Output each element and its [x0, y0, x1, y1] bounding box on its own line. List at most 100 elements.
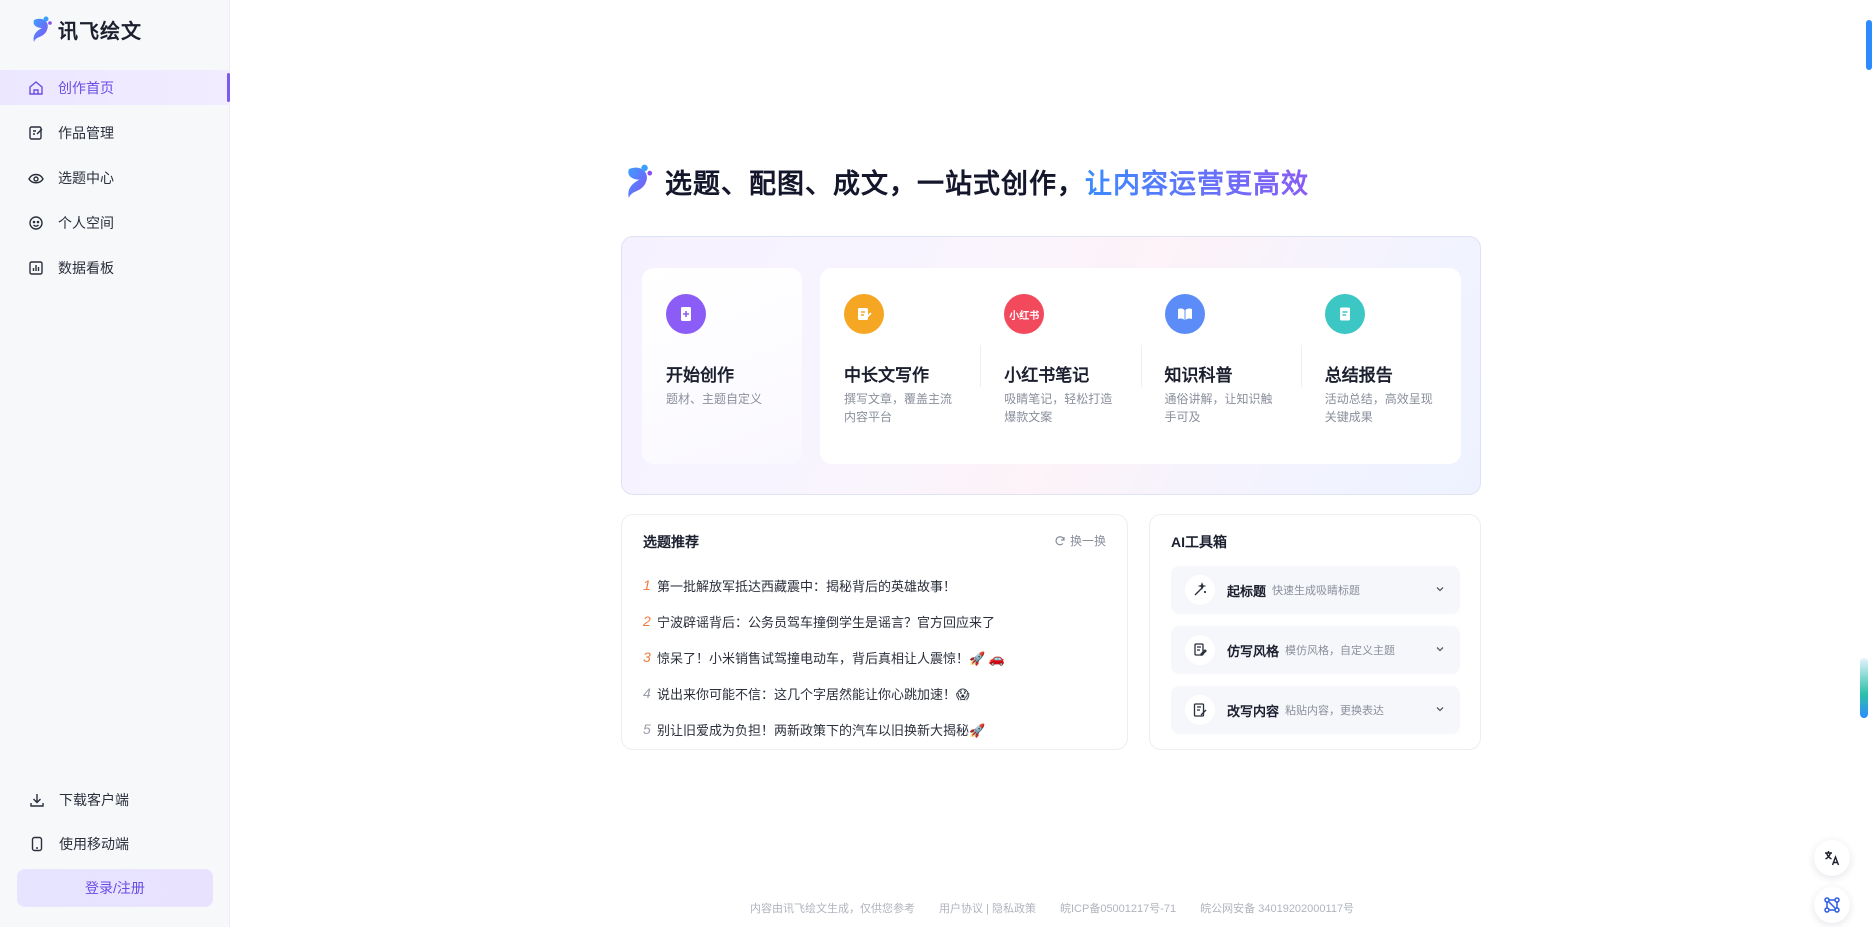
- download-icon: [30, 794, 44, 807]
- footer-policy-links[interactable]: 用户协议 | 隐私政策: [939, 900, 1036, 916]
- sidebar-item-home[interactable]: 创作首页: [0, 70, 230, 105]
- refresh-topics-button[interactable]: 换一换: [1054, 532, 1106, 549]
- card-xiaohongshu[interactable]: 小红书 小红书笔记 吸睛笔记，轻松打造爆款文案: [980, 268, 1140, 464]
- topic-number: 1: [643, 577, 651, 593]
- translate-button[interactable]: [1814, 840, 1850, 876]
- tool-desc: 快速生成吸睛标题: [1272, 585, 1361, 597]
- footer-icp[interactable]: 皖ICP备05001217号-71: [1060, 900, 1176, 916]
- sidebar-item-label: 选题中心: [58, 169, 114, 186]
- card-title: 中长文写作: [844, 366, 929, 385]
- sidebar-item-label: 数据看板: [58, 259, 114, 276]
- card-title: 小红书笔记: [1004, 366, 1090, 385]
- card-desc: 吸睛笔记，轻松打造爆款文案: [1004, 392, 1113, 424]
- card-summary-report[interactable]: 总结报告 活动总结，高效呈现关键成果: [1300, 268, 1461, 464]
- chevron-down-icon: [1434, 643, 1446, 655]
- tool-name: 改写内容: [1227, 703, 1280, 719]
- topic-text: 别让旧爱成为负担！两新政策下的汽车以旧换新大揭秘🚀: [657, 722, 986, 738]
- topic-text: 惊呆了！小米销售试驾撞电动车，背后真相让人震惊！🚀 🚗: [657, 650, 1005, 666]
- sidebar-item-works[interactable]: 作品管理: [0, 115, 230, 150]
- magic-wand-icon: [1185, 575, 1215, 605]
- brand-logo[interactable]: 讯飞绘文: [28, 14, 142, 44]
- refresh-label: 换一换: [1069, 534, 1106, 548]
- feather-logo-icon: [33, 16, 52, 42]
- footer-disclaimer: 内容由讯飞绘文生成，仅供您参考: [750, 903, 915, 915]
- card-desc: 活动总结，高效呈现关键成果: [1324, 392, 1433, 424]
- network-assistant-button[interactable]: [1814, 887, 1850, 923]
- card-desc: 撰写文章，覆盖主流内容平台: [844, 392, 953, 424]
- card-title: 总结报告: [1324, 366, 1393, 385]
- topic-number: 2: [643, 613, 651, 629]
- list-item[interactable]: 2 宁波辟谣背后：公务员驾车撞倒学生是谣言？官方回应来了: [643, 603, 1113, 639]
- refresh-icon: [1055, 535, 1065, 545]
- copy-style-icon: [1185, 635, 1215, 665]
- topic-text: 说出来你可能不信：这几个字居然能让你心跳加速！😱: [657, 686, 970, 702]
- sidebar-item-label: 创作首页: [58, 79, 114, 96]
- card-knowledge[interactable]: 知识科普 通俗讲解，让知识触手可及: [1140, 268, 1301, 464]
- topic-number: 4: [643, 685, 651, 701]
- list-item[interactable]: 5 别让旧爱成为负担！两新政策下的汽车以旧换新大揭秘🚀: [643, 711, 1113, 747]
- mobile-icon: [31, 836, 43, 852]
- sidebar-item-personal[interactable]: 个人空间: [0, 205, 230, 240]
- topic-number: 3: [643, 649, 651, 665]
- network-icon: [1824, 897, 1840, 913]
- tool-desc: 粘贴内容，更换表达: [1285, 705, 1385, 717]
- tool-generate-title[interactable]: 起标题 快速生成吸睛标题: [1171, 566, 1460, 614]
- eye-icon: [28, 170, 44, 186]
- page-title: 选题、配图、成文，一站式创作，让内容运营更高效: [665, 162, 1309, 201]
- tool-rewrite-content[interactable]: 改写内容 粘贴内容，更换表达: [1171, 686, 1460, 734]
- list-item[interactable]: 4 说出来你可能不信：这几个字居然能让你心跳加速！😱: [643, 675, 1113, 711]
- translate-icon: [1825, 851, 1840, 866]
- toolbox-title: AI工具箱: [1171, 534, 1227, 550]
- sidebar-item-dashboard[interactable]: 数据看板: [0, 250, 230, 285]
- xiaohongshu-icon: 小红书: [1004, 294, 1045, 334]
- card-long-article[interactable]: 中长文写作 撰写文章，覆盖主流内容平台: [820, 268, 980, 464]
- bar-chart-icon: [28, 260, 44, 276]
- list-item[interactable]: 3 惊呆了！小米销售试驾撞电动车，背后真相让人震惊！🚀 🚗: [643, 639, 1113, 675]
- scroll-indicator[interactable]: [1860, 658, 1868, 718]
- pen-doc-icon: [844, 294, 884, 334]
- creation-panel: 开始创作 题材、主题自定义 中长文写作 撰写文章，覆盖主流内容平台 小红书 小红…: [621, 236, 1481, 495]
- edit-note-icon: [28, 125, 44, 141]
- tool-name: 起标题: [1227, 583, 1267, 599]
- feather-logo-icon: [628, 164, 653, 198]
- topic-text: 第一批解放军抵达西藏震中：揭秘背后的英雄故事！: [657, 578, 957, 594]
- home-icon: [28, 80, 44, 96]
- start-creation-desc: 题材、主题自定义: [666, 392, 763, 406]
- tool-name: 仿写风格: [1227, 643, 1280, 659]
- report-icon: [1324, 294, 1365, 334]
- card-title: 知识科普: [1164, 366, 1233, 385]
- book-icon: [1164, 294, 1205, 334]
- sidebar: 讯飞绘文 创作首页 作品管理 选题中心 个人空间 数据看板 下载客户端 使用移动…: [0, 0, 230, 927]
- sidebar-item-topics[interactable]: 选题中心: [0, 160, 230, 195]
- start-creation-title: 开始创作: [666, 366, 734, 385]
- writing-type-cards: 中长文写作 撰写文章，覆盖主流内容平台 小红书 小红书笔记 吸睛笔记，轻松打造爆…: [820, 268, 1461, 464]
- list-item[interactable]: 1 第一批解放军抵达西藏震中：揭秘背后的英雄故事！: [643, 567, 1113, 603]
- card-desc: 通俗讲解，让知识触手可及: [1164, 392, 1273, 424]
- topic-number: 5: [643, 721, 651, 737]
- download-client-link[interactable]: 下载客户端: [0, 780, 230, 820]
- sidebar-bottom: 下载客户端 使用移动端: [0, 780, 230, 868]
- tool-imitate-style[interactable]: 仿写风格 模仿风格，自定义主题: [1171, 626, 1460, 674]
- start-creation-card[interactable]: 开始创作 题材、主题自定义: [642, 268, 802, 464]
- mobile-label: 使用移动端: [59, 836, 129, 852]
- tool-desc: 模仿风格，自定义主题: [1285, 645, 1396, 657]
- sidebar-item-label: 个人空间: [58, 214, 114, 231]
- brand-name: 讯飞绘文: [58, 20, 142, 43]
- chevron-down-icon: [1434, 703, 1446, 715]
- smiley-icon: [28, 215, 44, 231]
- new-document-icon: [666, 294, 706, 334]
- hero-headline: 选题、配图、成文，一站式创作，让内容运营更高效: [621, 158, 1309, 204]
- login-register-button[interactable]: 登录/注册: [17, 869, 213, 907]
- page-title-accent: 让内容运营更高效: [1085, 168, 1309, 199]
- topic-text: 宁波辟谣背后：公务员驾车撞倒学生是谣言？官方回应来了: [657, 614, 996, 630]
- ai-toolbox: AI工具箱 起标题 快速生成吸睛标题 仿写风格 模仿风格，自定义主题 改写内容 …: [1149, 514, 1481, 750]
- topic-list: 1 第一批解放军抵达西藏震中：揭秘背后的英雄故事！ 2 宁波辟谣背后：公务员驾车撞倒…: [643, 567, 1113, 747]
- footer-police-record[interactable]: 皖公网安备 34019202000117号: [1200, 900, 1354, 916]
- download-client-label: 下载客户端: [59, 792, 129, 808]
- topic-recommendations: 选题推荐 换一换 1 第一批解放军抵达西藏震中：揭秘背后的英雄故事！ 2 宁波辟谣背…: [621, 514, 1128, 750]
- page-title-main: 选题、配图、成文，一站式创作，: [665, 168, 1085, 199]
- mobile-link[interactable]: 使用移动端: [0, 824, 230, 864]
- topics-title: 选题推荐: [643, 534, 699, 550]
- scroll-indicator-top[interactable]: [1866, 20, 1872, 70]
- chevron-down-icon: [1434, 583, 1446, 595]
